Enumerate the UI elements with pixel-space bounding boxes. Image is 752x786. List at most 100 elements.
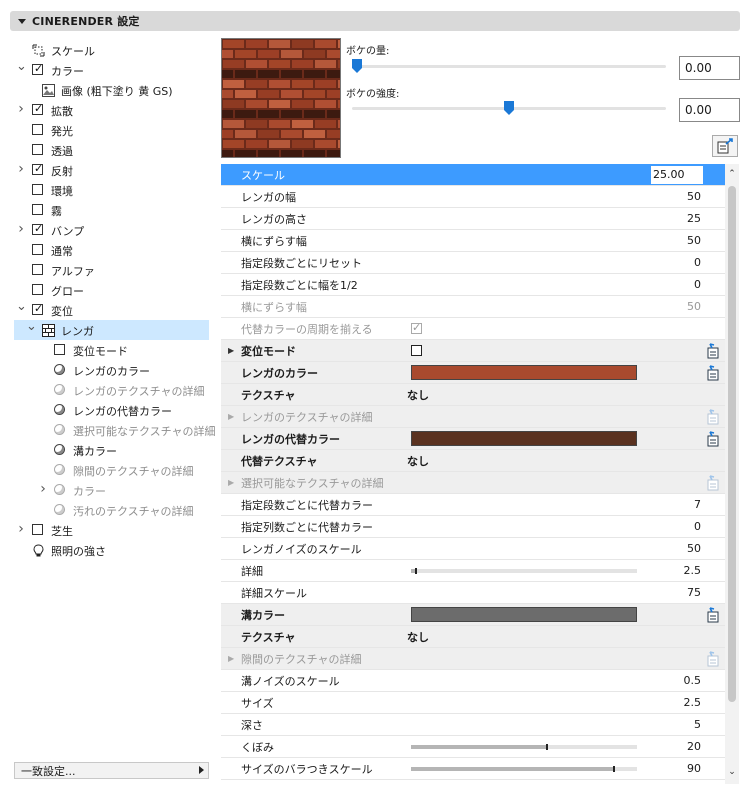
property-slider-thumb[interactable] xyxy=(545,744,548,750)
property-row[interactable]: 代替テクスチャ なし xyxy=(221,450,725,472)
property-row[interactable]: 横にずらす幅 50 xyxy=(221,230,725,252)
property-row[interactable]: くぼみ 20 xyxy=(221,736,725,758)
checkbox[interactable] xyxy=(32,284,43,295)
radio-icon[interactable] xyxy=(54,384,65,395)
chevron-down-icon[interactable]: ⌄ xyxy=(16,60,27,73)
scroll-down-icon[interactable]: ⌄ xyxy=(728,768,736,777)
property-row[interactable]: レンガの高さ 25 xyxy=(221,208,725,230)
tree-item[interactable]: 霧 xyxy=(14,200,209,220)
property-value[interactable]: 5 xyxy=(694,718,701,731)
tree-item[interactable]: 選択可能なテクスチャの詳細 xyxy=(14,420,216,440)
tree-item[interactable]: アルファ xyxy=(14,260,209,280)
tree-item[interactable]: › バンプ xyxy=(14,220,209,240)
property-checkbox[interactable] xyxy=(411,321,422,334)
texture-value[interactable]: なし xyxy=(407,629,429,645)
property-row[interactable]: 溝カラー xyxy=(221,604,725,626)
tree-item[interactable]: ⌄ カラー xyxy=(14,60,209,80)
match-settings-button[interactable]: 一致設定... xyxy=(14,762,209,779)
texture-picker-icon[interactable] xyxy=(705,607,721,623)
property-row[interactable]: 詳細スケール 75 xyxy=(221,582,725,604)
property-row[interactable]: レンガノイズのスケール 50 xyxy=(221,538,725,560)
radio-icon[interactable] xyxy=(54,464,65,475)
property-value[interactable]: 0 xyxy=(694,278,701,291)
property-value[interactable]: 50 xyxy=(687,234,701,247)
radio-icon[interactable] xyxy=(54,404,65,415)
texture-picker-icon[interactable] xyxy=(705,431,721,447)
tree-item[interactable]: › 反射 xyxy=(14,160,209,180)
bokeh-amount-slider-thumb[interactable] xyxy=(352,59,362,73)
radio-icon[interactable] xyxy=(54,364,65,375)
property-row[interactable]: テクスチャ なし xyxy=(221,384,725,406)
property-row[interactable]: スケール 25.00 xyxy=(221,164,725,186)
chevron-right-icon[interactable]: › xyxy=(16,162,26,176)
expand-triangle-icon[interactable]: ▶ xyxy=(228,478,234,487)
property-row[interactable]: レンガの代替カラー xyxy=(221,428,725,450)
property-row[interactable]: 指定列数ごとに代替カラー 0 xyxy=(221,516,725,538)
preview-options-button[interactable] xyxy=(712,135,738,157)
property-value[interactable]: 2.5 xyxy=(684,696,702,709)
radio-icon[interactable] xyxy=(54,444,65,455)
property-value[interactable]: 2.5 xyxy=(684,564,702,577)
property-value[interactable]: 50 xyxy=(687,542,701,555)
property-value[interactable]: 25 xyxy=(687,212,701,225)
property-value[interactable]: 75 xyxy=(687,586,701,599)
texture-value[interactable]: なし xyxy=(407,387,429,403)
tree-item[interactable]: スケール xyxy=(14,40,209,60)
property-row[interactable]: ▶ レンガのテクスチャの詳細 xyxy=(221,406,725,428)
chevron-right-icon[interactable]: › xyxy=(38,482,48,496)
panel-header[interactable]: CINERENDER 設定 xyxy=(10,11,740,31)
checkbox[interactable] xyxy=(32,102,43,115)
chevron-down-icon[interactable]: ⌄ xyxy=(16,300,27,313)
property-row[interactable]: 深さ 5 xyxy=(221,714,725,736)
property-value[interactable]: 50 xyxy=(687,300,701,313)
checkbox[interactable] xyxy=(32,222,43,235)
property-row[interactable]: ▶ 選択可能なテクスチャの詳細 xyxy=(221,472,725,494)
texture-picker-icon[interactable] xyxy=(705,409,721,425)
collapse-triangle-icon[interactable] xyxy=(18,18,26,24)
property-row[interactable]: 指定段数ごとにリセット 0 xyxy=(221,252,725,274)
tree-item[interactable]: 透過 xyxy=(14,140,209,160)
chevron-right-icon[interactable]: › xyxy=(16,522,26,536)
property-slider[interactable] xyxy=(411,766,637,772)
tree-item[interactable]: 発光 xyxy=(14,120,209,140)
tree-item[interactable]: › 拡散 xyxy=(14,100,209,120)
property-value-field[interactable]: 25.00 xyxy=(651,166,703,184)
expand-triangle-icon[interactable]: ▶ xyxy=(228,654,234,663)
property-checkbox[interactable] xyxy=(411,345,422,356)
bokeh-amount-field[interactable]: 0.00 xyxy=(679,56,740,80)
checkbox[interactable] xyxy=(32,124,43,135)
bokeh-strength-field[interactable]: 0.00 xyxy=(679,98,740,122)
property-slider[interactable] xyxy=(411,568,637,574)
property-row[interactable]: 詳細 2.5 xyxy=(221,560,725,582)
tree-item[interactable]: 溝カラー xyxy=(14,440,209,460)
texture-picker-icon[interactable] xyxy=(705,651,721,667)
tree-item[interactable]: ⌄ 変位 xyxy=(14,300,209,320)
tree-item[interactable]: レンガのカラー xyxy=(14,360,209,380)
checkbox[interactable] xyxy=(54,344,65,355)
texture-picker-icon[interactable] xyxy=(705,475,721,491)
checkbox[interactable] xyxy=(32,204,43,215)
scroll-up-icon[interactable]: ⌃ xyxy=(728,170,736,179)
chevron-right-icon[interactable]: › xyxy=(16,222,26,236)
property-row[interactable]: ▶ 隙間のテクスチャの詳細 xyxy=(221,648,725,670)
checkbox[interactable] xyxy=(32,264,43,275)
property-row[interactable]: テクスチャ なし xyxy=(221,626,725,648)
tree-item[interactable]: 汚れのテクスチャの詳細 xyxy=(14,500,209,520)
property-row[interactable]: サイズ 2.5 xyxy=(221,692,725,714)
tree-item[interactable]: ⌄ レンガ xyxy=(14,320,209,340)
chevron-down-icon[interactable]: ⌄ xyxy=(26,320,37,333)
chevron-right-icon[interactable]: › xyxy=(16,102,26,116)
bokeh-amount-slider[interactable] xyxy=(352,65,666,68)
property-value[interactable]: 7 xyxy=(694,498,701,511)
tree-item[interactable]: 隙間のテクスチャの詳細 xyxy=(14,460,209,480)
tree-item[interactable]: 画像 (粗下塗り 黄 GS) xyxy=(14,80,209,100)
property-row[interactable]: 指定段数ごとに代替カラー 7 xyxy=(221,494,725,516)
property-row[interactable]: 指定段数ごとに幅を1/2 0 xyxy=(221,274,725,296)
property-slider-thumb[interactable] xyxy=(613,766,616,772)
color-swatch[interactable] xyxy=(411,431,637,446)
property-row[interactable]: 代替カラーの周期を揃える xyxy=(221,318,725,340)
property-value[interactable]: 90 xyxy=(687,762,701,775)
property-value[interactable]: 0 xyxy=(694,256,701,269)
tree-item[interactable]: 照明の強さ xyxy=(14,540,209,560)
property-value[interactable]: 0.5 xyxy=(684,674,702,687)
